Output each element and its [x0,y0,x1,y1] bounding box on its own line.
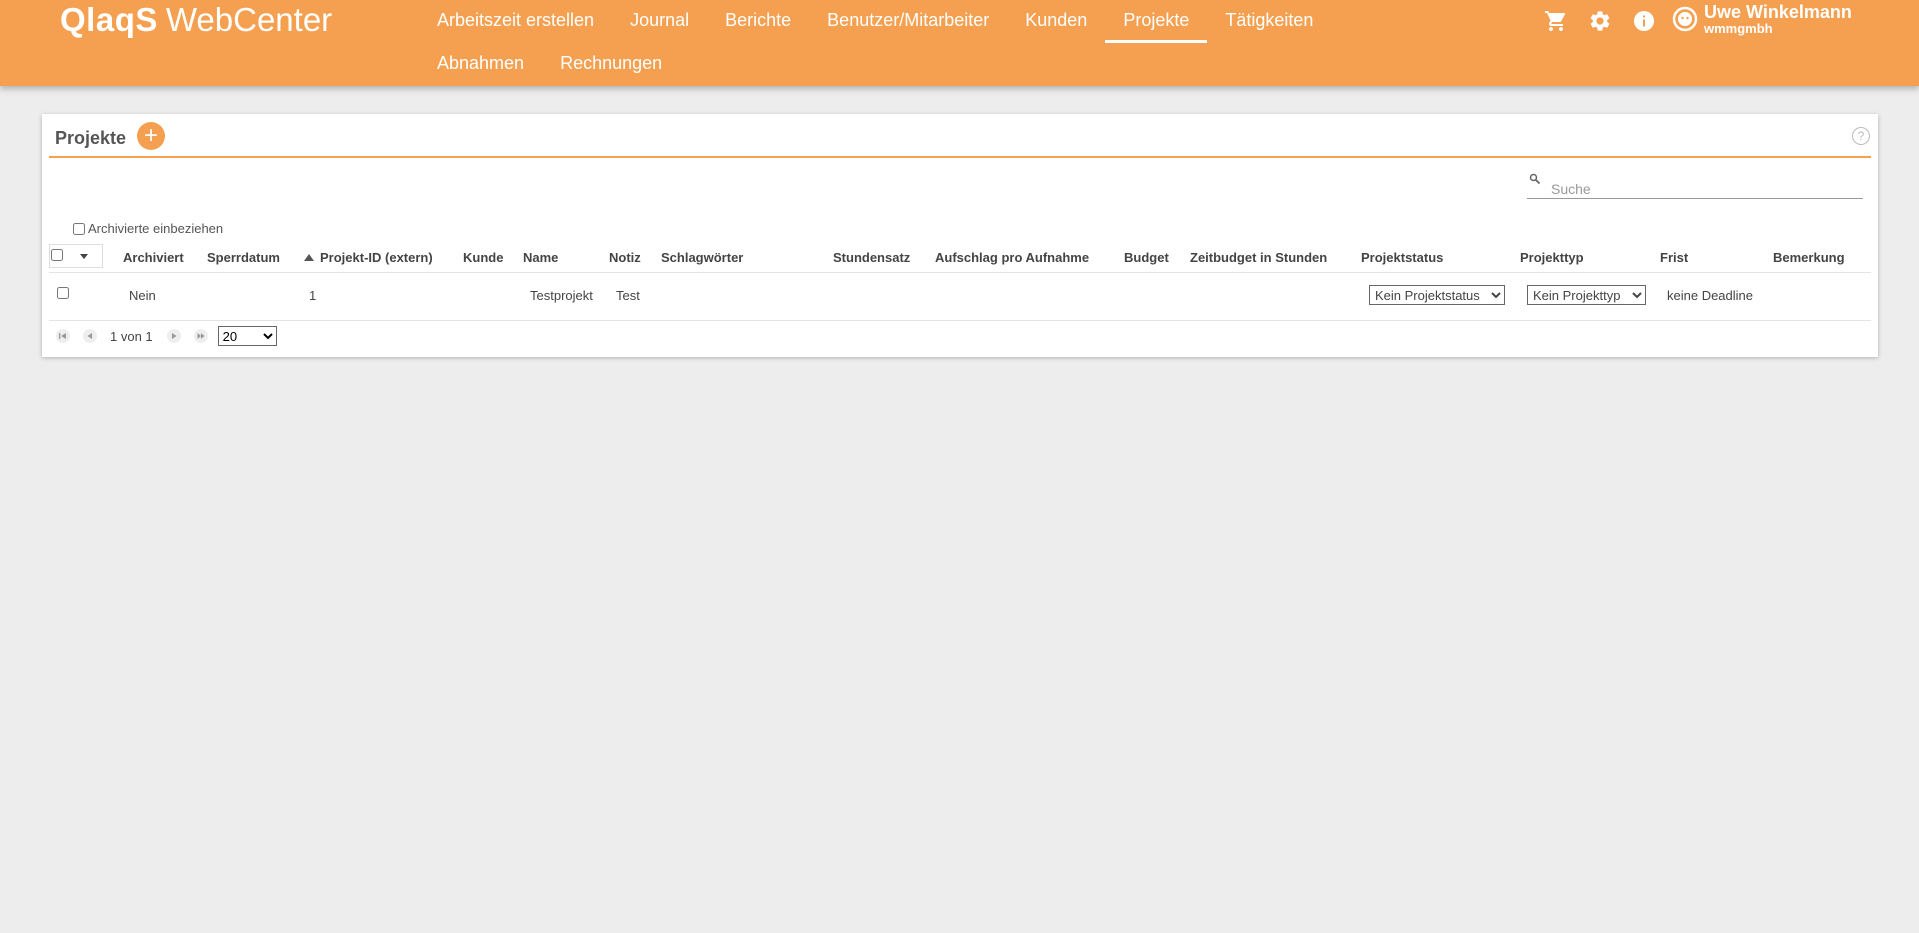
info-icon[interactable] [1629,6,1659,36]
brand-name: WebCenter [165,1,333,38]
archived-toggle[interactable]: Archivierte einbeziehen [73,221,223,236]
cell-frist: keine Deadline [1667,288,1754,303]
last-page-icon[interactable] [193,329,208,343]
col-budget[interactable]: Budget [1124,250,1169,265]
add-project-button[interactable]: + [137,122,165,150]
nav-abnahmen[interactable]: Abnahmen [419,43,542,86]
user-name: Uwe Winkelmann [1704,2,1852,22]
first-page-icon[interactable] [56,329,70,343]
top-icons [1541,6,1659,36]
table-row[interactable]: Nein 1 Testprojekt Test Kein Projektstat… [49,273,1871,321]
col-sperrdatum[interactable]: Sperrdatum [207,250,280,265]
col-aufschlag[interactable]: Aufschlag pro Aufnahme [935,250,1089,265]
cart-icon[interactable] [1541,6,1571,36]
page-size-select[interactable]: 20 [217,326,277,346]
cell-notiz: Test [616,288,640,303]
col-zeitbudget[interactable]: Zeitbudget in Stunden [1190,250,1327,265]
card-header: Projekte + ? [49,118,1871,158]
nav-berichte[interactable]: Berichte [707,0,809,43]
projekttyp-select[interactable]: Kein Projekttyp [1527,285,1646,305]
projects-card: Projekte + ? Archivierte einbeziehen Arc… [42,114,1878,357]
select-all-checkbox[interactable] [51,249,63,261]
sort-ascending-icon [304,254,314,261]
avatar-icon [1672,6,1698,32]
col-frist[interactable]: Frist [1660,250,1688,265]
projektstatus-select[interactable]: Kein Projektstatus [1369,285,1505,305]
search-input[interactable] [1549,178,1853,200]
top-bar: QlaqS WebCenter Arbeitszeit erstellen Jou… [0,0,1919,86]
chevron-down-icon[interactable] [80,254,88,259]
archived-toggle-label: Archivierte einbeziehen [88,221,224,236]
col-kunde[interactable]: Kunde [463,250,503,265]
col-name[interactable]: Name [523,250,558,265]
col-projekt-id-label: Projekt-ID (extern) [320,250,433,265]
next-page-icon[interactable] [166,329,181,343]
nav-journal[interactable]: Journal [612,0,707,43]
brand-logo: QlaqS [60,1,158,38]
cell-projekt-id: 1 [309,288,317,303]
brand[interactable]: QlaqS WebCenter [60,0,332,40]
help-icon[interactable]: ? [1852,127,1870,145]
col-projekttyp[interactable]: Projekttyp [1520,250,1584,265]
table-header: Archiviert Sperrdatum Projekt-ID (extern… [49,242,1871,273]
prev-page-icon[interactable] [83,329,97,343]
nav-taetigkeiten[interactable]: Tätigkeiten [1207,0,1331,43]
col-projekt-id[interactable]: Projekt-ID (extern) [304,250,433,265]
user-menu[interactable]: Uwe Winkelmann wmmgmbh [1672,2,1852,36]
archived-checkbox[interactable] [73,222,85,235]
select-all-control[interactable] [49,244,103,268]
nav-rechnungen[interactable]: Rechnungen [542,43,680,86]
col-archiviert[interactable]: Archiviert [123,250,184,265]
col-bemerkung[interactable]: Bemerkung [1773,250,1845,265]
pagination: 1 von 1 20 [56,325,277,347]
col-projektstatus[interactable]: Projektstatus [1361,250,1443,265]
user-company: wmmgmbh [1704,21,1773,36]
cell-name: Testprojekt [530,288,593,303]
nav-kunden[interactable]: Kunden [1007,0,1105,43]
row-checkbox[interactable] [57,287,69,299]
nav-projekte[interactable]: Projekte [1105,0,1208,43]
search-box [1527,170,1863,200]
col-notiz[interactable]: Notiz [609,250,641,265]
col-schlagwoerter[interactable]: Schlagwörter [661,250,743,265]
nav-benutzer-mitarbeiter[interactable]: Benutzer/Mitarbeiter [809,0,1007,43]
nav-arbeitszeit-erstellen[interactable]: Arbeitszeit erstellen [419,0,612,43]
gear-icon[interactable] [1585,6,1615,36]
page-indicator: 1 von 1 [110,328,153,344]
search-icon [1529,172,1541,190]
page-title: Projekte [55,128,127,148]
col-stundensatz[interactable]: Stundensatz [833,250,910,265]
cell-archiviert: Nein [129,288,156,303]
main-nav: Arbeitszeit erstellen Journal Berichte B… [419,0,1349,86]
